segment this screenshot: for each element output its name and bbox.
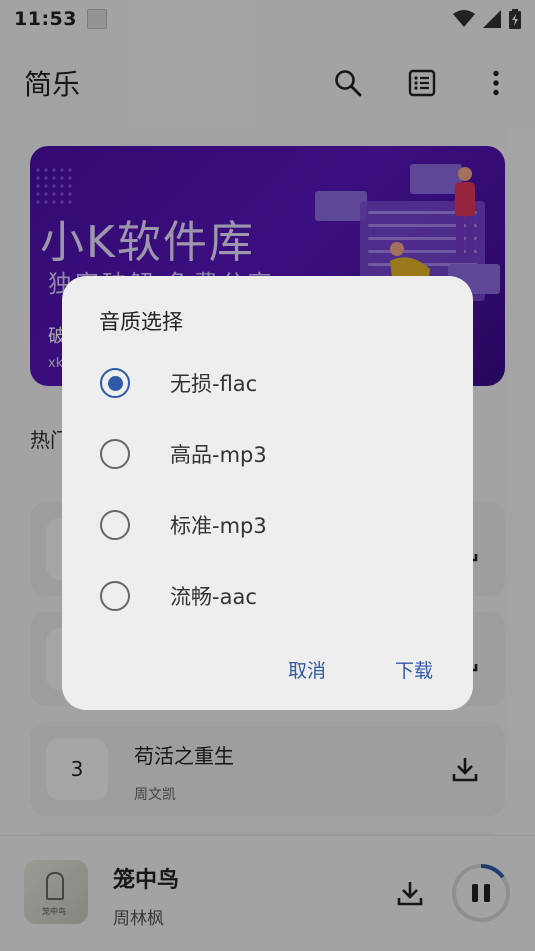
option-label: 高品-mp3: [170, 443, 267, 467]
quality-dialog: 音质选择 无损-flac 高品-mp3 标准-mp3 流畅-aac 取消 下载: [62, 276, 473, 710]
quality-option-standard-mp3[interactable]: 标准-mp3: [92, 497, 452, 553]
cancel-button[interactable]: 取消: [282, 650, 332, 689]
download-confirm-button[interactable]: 下载: [389, 650, 439, 689]
option-label: 无损-flac: [170, 372, 258, 396]
quality-option-aac[interactable]: 流畅-aac: [92, 568, 452, 624]
option-label: 标准-mp3: [170, 514, 267, 538]
dialog-title: 音质选择: [99, 310, 183, 334]
radio-unselected[interactable]: [100, 510, 130, 540]
radio-unselected[interactable]: [100, 439, 130, 469]
radio-unselected[interactable]: [100, 581, 130, 611]
radio-selected[interactable]: [100, 368, 130, 398]
option-label: 流畅-aac: [170, 585, 257, 609]
quality-option-high-mp3[interactable]: 高品-mp3: [92, 426, 452, 482]
quality-option-flac[interactable]: 无损-flac: [92, 355, 452, 411]
